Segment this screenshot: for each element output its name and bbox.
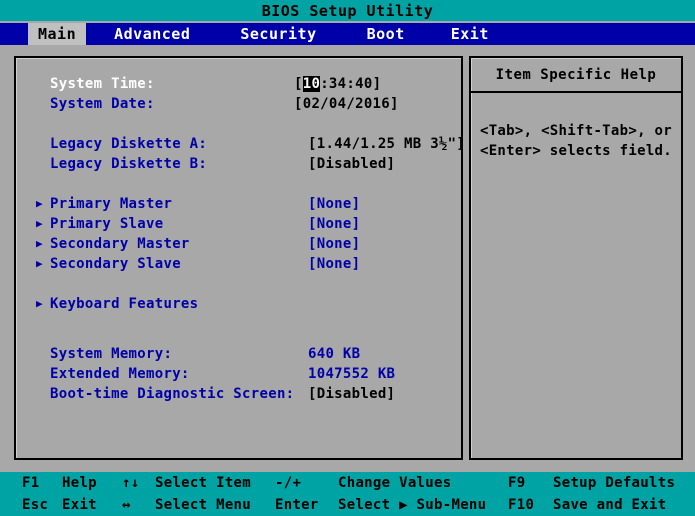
- settings-list: System Time: [10:34:40] System Date: [02…: [16, 58, 465, 404]
- row-secondary-slave[interactable]: ▶ Secondary Slave [None]: [16, 254, 461, 274]
- footer-label-help: Help: [62, 475, 97, 491]
- row-system-date-value[interactable]: [02/04/2016]: [294, 94, 399, 114]
- row-secondary-master-value[interactable]: [None]: [308, 234, 360, 254]
- row-system-date-label: System Date:: [50, 96, 155, 112]
- row-secondary-master-label: Secondary Master: [50, 236, 190, 252]
- footer-key-minus-plus[interactable]: -/+: [275, 472, 301, 494]
- menu-bar: Main Advanced Security Boot Exit: [0, 23, 695, 45]
- help-panel-body: <Tab>, <Shift-Tab>, or <Enter> selects f…: [471, 93, 681, 161]
- tab-main-label: Main: [38, 25, 77, 43]
- time-bracket-open: [: [294, 76, 303, 92]
- row-secondary-slave-label: Secondary Slave: [50, 256, 181, 272]
- row-extended-memory-value: 1047552 KB: [308, 366, 396, 382]
- row-primary-master-value[interactable]: [None]: [308, 194, 360, 214]
- footer-key-f9[interactable]: F9: [508, 472, 525, 494]
- time-rest: :34:40]: [320, 76, 382, 92]
- row-legacy-diskette-b-label: Legacy Diskette B:: [50, 156, 208, 172]
- submenu-arrow-icon: ▶: [36, 197, 43, 210]
- submenu-arrow-icon: ▶: [36, 297, 43, 310]
- settings-spacer-1: [16, 114, 461, 134]
- tab-advanced-label: Advanced: [114, 25, 191, 43]
- footer-row-2: Esc Exit ↔ Select Menu Enter Select ▶ Su…: [0, 494, 695, 516]
- row-primary-master[interactable]: ▶ Primary Master [None]: [16, 194, 461, 214]
- row-secondary-master[interactable]: ▶ Secondary Master [None]: [16, 234, 461, 254]
- row-primary-slave-value[interactable]: [None]: [308, 214, 360, 234]
- row-secondary-slave-value[interactable]: [None]: [308, 254, 360, 274]
- row-legacy-diskette-a[interactable]: Legacy Diskette A: [1.44/1.25 MB 3½"]: [16, 134, 465, 154]
- submenu-arrow-icon: ▶: [36, 257, 43, 270]
- footer-label-select-sub-menu: Select ▶ Sub-Menu: [338, 497, 487, 513]
- footer-label-setup-defaults: Setup Defaults: [553, 475, 676, 491]
- row-boot-time-diagnostic-screen[interactable]: Boot-time Diagnostic Screen: [Disabled]: [16, 384, 461, 404]
- row-keyboard-features-label: Keyboard Features: [50, 296, 199, 312]
- menu-bar-left-spacer: [0, 23, 28, 45]
- help-panel-title: Item Specific Help: [495, 66, 657, 83]
- row-system-date[interactable]: System Date: [02/04/2016]: [16, 94, 461, 114]
- footer-key-f10[interactable]: F10: [508, 494, 534, 516]
- footer-label-save-and-exit: Save and Exit: [553, 497, 667, 513]
- settings-spacer-4: [16, 314, 461, 334]
- row-system-time[interactable]: System Time: [10:34:40]: [16, 74, 461, 94]
- row-primary-master-label: Primary Master: [50, 196, 173, 212]
- row-legacy-diskette-b[interactable]: Legacy Diskette B: [Disabled]: [16, 154, 461, 174]
- row-system-memory-label: System Memory:: [50, 346, 173, 362]
- row-system-memory-value: 640 KB: [308, 346, 361, 362]
- footer-key-f1[interactable]: F1: [22, 472, 39, 494]
- footer-key-updown-arrows[interactable]: ↑↓: [122, 472, 139, 494]
- tab-boot-label: Boot: [366, 25, 405, 43]
- window-title: BIOS Setup Utility: [261, 1, 434, 20]
- tab-exit-label: Exit: [450, 25, 489, 43]
- footer-key-leftright-arrows[interactable]: ↔: [122, 494, 131, 516]
- footer-row-1: F1 Help ↑↓ Select Item -/+ Change Values…: [0, 472, 695, 494]
- item-specific-help-panel: Item Specific Help <Tab>, <Shift-Tab>, o…: [469, 56, 683, 460]
- help-text-line-2: <Enter> selects field.: [479, 143, 673, 159]
- help-text-line-1: <Tab>, <Shift-Tab>, or: [479, 123, 673, 139]
- tab-advanced[interactable]: Advanced: [104, 23, 200, 45]
- bios-setup-screen: BIOS Setup Utility Main Advanced Securit…: [0, 0, 695, 516]
- footer-key-legend: F1 Help ↑↓ Select Item -/+ Change Values…: [0, 472, 695, 516]
- row-system-time-value[interactable]: [10:34:40]: [294, 74, 381, 94]
- footer-label-select-menu: Select Menu: [155, 497, 252, 513]
- row-keyboard-features[interactable]: ▶ Keyboard Features: [16, 294, 461, 314]
- footer-label-exit: Exit: [62, 497, 97, 513]
- row-system-memory: System Memory: 640 KB: [16, 344, 461, 364]
- submenu-arrow-icon: ▶: [36, 217, 43, 230]
- row-legacy-diskette-b-value[interactable]: [Disabled]: [308, 154, 395, 174]
- row-legacy-diskette-a-value[interactable]: [1.44/1.25 MB 3½"]: [308, 134, 465, 154]
- footer-label-change-values: Change Values: [338, 475, 452, 491]
- settings-spacer-3: [16, 274, 461, 294]
- time-hour-cursor[interactable]: 10: [302, 76, 321, 92]
- settings-spacer-5: [16, 334, 461, 344]
- row-extended-memory-label: Extended Memory:: [50, 366, 190, 382]
- row-primary-slave-label: Primary Slave: [50, 216, 164, 232]
- row-legacy-diskette-a-label: Legacy Diskette A:: [50, 136, 208, 152]
- body-area: System Time: [10:34:40] System Date: [02…: [0, 45, 695, 472]
- settings-panel: System Time: [10:34:40] System Date: [02…: [14, 56, 465, 460]
- footer-key-enter[interactable]: Enter: [275, 494, 319, 516]
- tab-exit[interactable]: Exit: [441, 23, 499, 45]
- row-primary-slave[interactable]: ▶ Primary Slave [None]: [16, 214, 461, 234]
- help-panel-header: Item Specific Help: [471, 58, 681, 93]
- settings-spacer-2: [16, 174, 461, 194]
- tab-boot[interactable]: Boot: [357, 23, 415, 45]
- tab-security-label: Security: [240, 25, 317, 43]
- row-boot-time-diagnostic-screen-value[interactable]: [Disabled]: [308, 384, 395, 404]
- tab-security[interactable]: Security: [230, 23, 326, 45]
- footer-label-select-item: Select Item: [155, 475, 252, 491]
- row-boot-time-diagnostic-screen-label: Boot-time Diagnostic Screen:: [50, 386, 295, 402]
- tab-main[interactable]: Main: [28, 23, 87, 45]
- window-title-bar: BIOS Setup Utility: [0, 0, 695, 21]
- footer-key-esc[interactable]: Esc: [22, 494, 48, 516]
- row-system-time-label: System Time:: [50, 76, 155, 92]
- submenu-arrow-icon: ▶: [36, 237, 43, 250]
- row-extended-memory: Extended Memory: 1047552 KB: [16, 364, 461, 384]
